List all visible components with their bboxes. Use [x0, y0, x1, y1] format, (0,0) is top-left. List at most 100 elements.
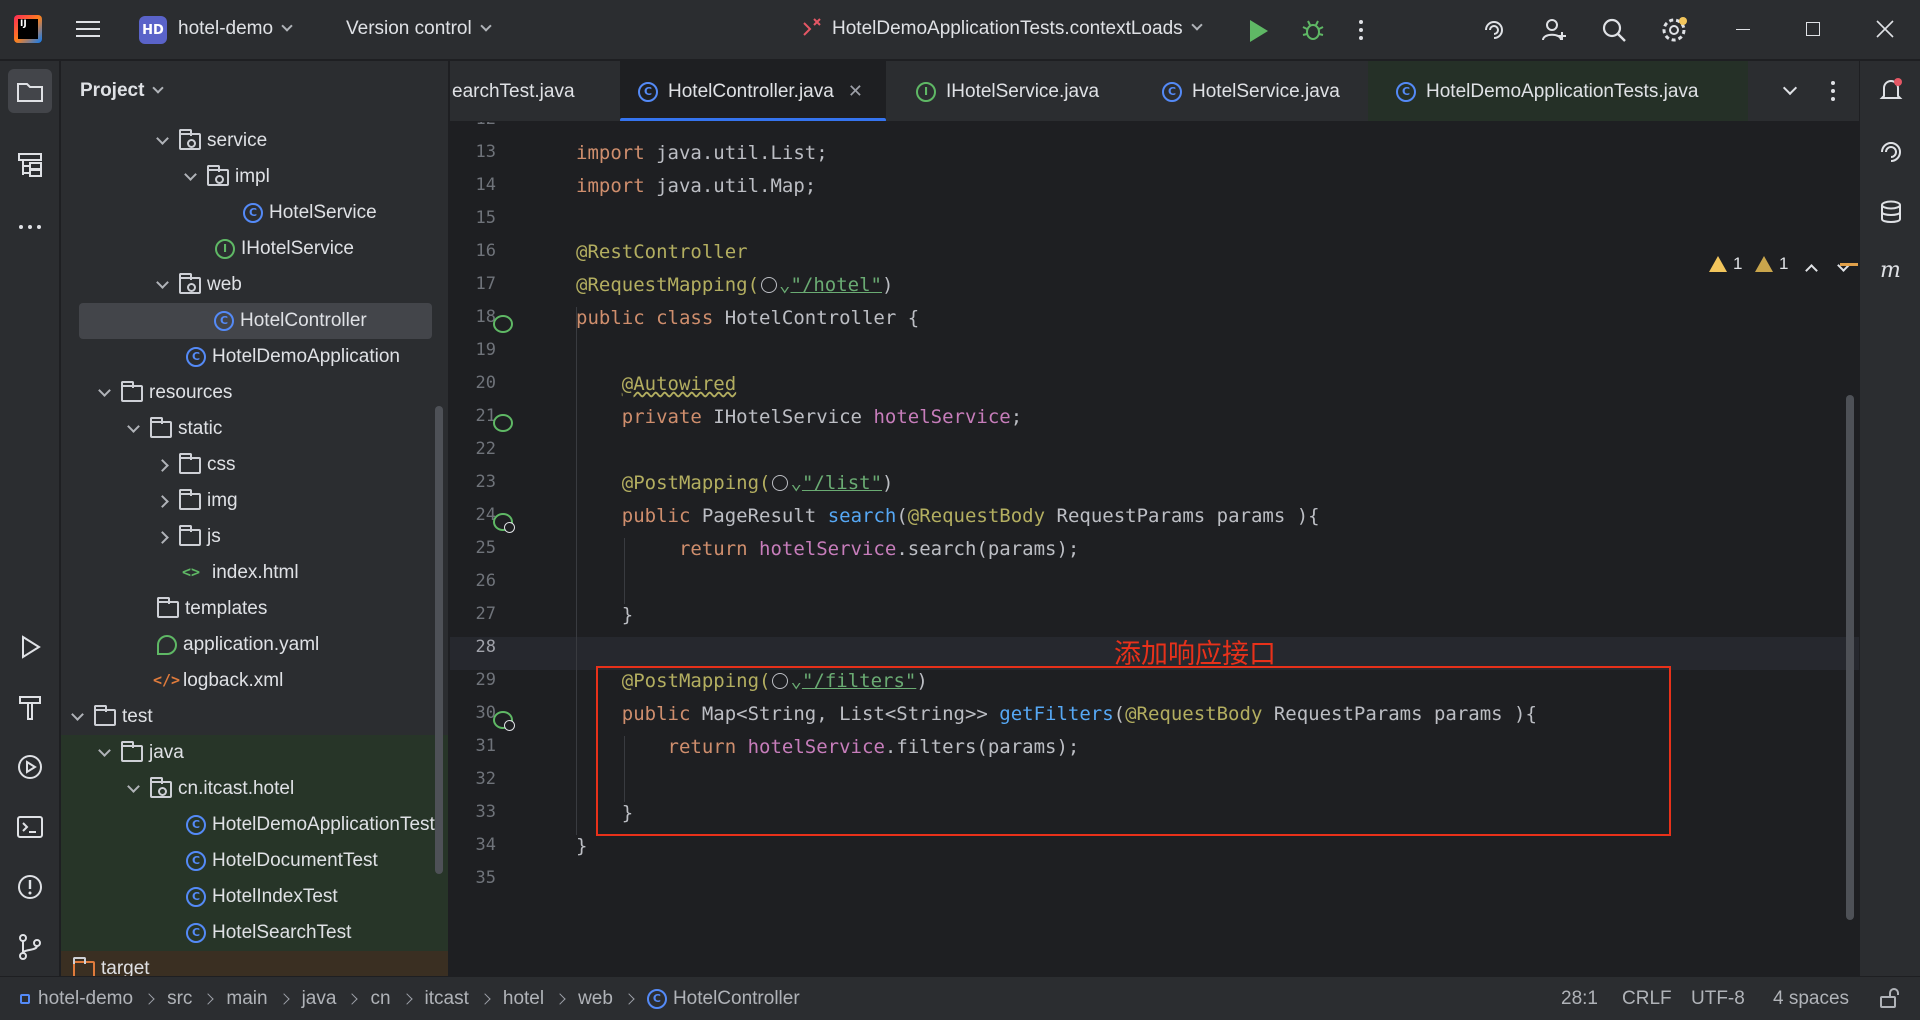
- breadcrumb-item[interactable]: web: [578, 988, 613, 1010]
- tree-item-hoteldocumenttest[interactable]: C HotelDocumentTest: [61, 843, 448, 879]
- breadcrumb-item[interactable]: hotel-demo: [38, 988, 133, 1010]
- settings-gear-icon[interactable]: [1660, 16, 1688, 44]
- git-branch-icon[interactable]: [14, 931, 46, 963]
- line-separator[interactable]: CRLF: [1622, 988, 1672, 1010]
- tabs-dropdown-icon[interactable]: [1782, 80, 1798, 96]
- tree-item-logback-xml[interactable]: </> logback.xml: [61, 663, 448, 699]
- run-configuration-selector[interactable]: HotelDemoApplicationTests.contextLoads: [800, 17, 1203, 41]
- problems-icon[interactable]: [14, 871, 46, 903]
- spring-bean-gutter-icon[interactable]: [493, 315, 513, 333]
- ai-chat-icon[interactable]: [1876, 137, 1906, 167]
- tab-hotelservice[interactable]: C HotelService.java: [1144, 61, 1364, 121]
- expand-caret-icon[interactable]: [127, 779, 140, 793]
- ai-assistant-icon[interactable]: [1480, 16, 1508, 44]
- tab-hotelcontroller[interactable]: C HotelController.java ✕: [620, 61, 886, 121]
- breadcrumb-item[interactable]: itcast: [425, 988, 469, 1010]
- code-editor[interactable]: 12 13import java.util.List; 14import jav…: [450, 122, 1859, 976]
- minimize-window-icon[interactable]: [1736, 29, 1750, 30]
- editor-stripe-marker[interactable]: [1840, 263, 1858, 266]
- terminal-icon[interactable]: [14, 811, 46, 843]
- file-encoding[interactable]: UTF-8: [1691, 988, 1745, 1010]
- tree-item-java[interactable]: java: [61, 735, 448, 771]
- expand-caret-icon[interactable]: [98, 383, 111, 397]
- tree-item-application-yaml[interactable]: application.yaml: [61, 627, 448, 663]
- collapse-caret-icon[interactable]: [156, 530, 169, 544]
- expand-caret-icon[interactable]: [98, 743, 111, 757]
- maximize-window-icon[interactable]: [1806, 22, 1820, 36]
- collapse-caret-icon[interactable]: [156, 458, 169, 472]
- tree-item-hotelcontroller[interactable]: C HotelController: [79, 303, 432, 339]
- tree-item-ihotelservice[interactable]: I IHotelService: [61, 231, 448, 267]
- more-actions-icon[interactable]: [1358, 18, 1364, 42]
- tree-item-target[interactable]: target: [61, 951, 448, 976]
- url-globe-icon[interactable]: [772, 475, 789, 491]
- tree-item-cn-itcast-hotel[interactable]: cn.itcast.hotel: [61, 771, 448, 807]
- breadcrumb-item[interactable]: hotel: [503, 988, 544, 1010]
- project-switcher[interactable]: hotel-demo: [178, 18, 293, 40]
- tree-item-test[interactable]: test: [61, 699, 448, 735]
- services-icon[interactable]: [14, 751, 46, 783]
- tree-item-hotelservice[interactable]: C HotelService: [61, 195, 448, 231]
- tree-item-index-html[interactable]: <> index.html: [61, 555, 448, 591]
- breadcrumb-item[interactable]: cn: [370, 988, 390, 1010]
- run-tool-icon[interactable]: [14, 631, 46, 663]
- tree-item-service[interactable]: service: [61, 123, 448, 159]
- build-hammer-icon[interactable]: [14, 691, 46, 723]
- breadcrumb-item[interactable]: HotelController: [673, 988, 800, 1010]
- tree-item-resources[interactable]: resources: [61, 375, 448, 411]
- breadcrumb-item[interactable]: java: [302, 988, 337, 1010]
- project-view-selector[interactable]: Project: [80, 80, 165, 102]
- tree-item-impl[interactable]: impl: [61, 159, 448, 195]
- tab-options-icon[interactable]: [1830, 79, 1836, 105]
- expand-caret-icon[interactable]: [71, 707, 84, 721]
- tab-hoteldemoapplicationtests[interactable]: C HotelDemoApplicationTests.java: [1368, 61, 1748, 121]
- project-panel-scrollbar[interactable]: [435, 406, 443, 874]
- close-tab-icon[interactable]: ✕: [848, 81, 863, 102]
- expand-caret-icon[interactable]: [127, 419, 140, 433]
- indent-setting[interactable]: 4 spaces: [1773, 988, 1849, 1010]
- collapse-caret-icon[interactable]: [156, 494, 169, 508]
- tree-item-static[interactable]: static: [61, 411, 448, 447]
- database-icon[interactable]: [1876, 197, 1906, 227]
- debug-icon[interactable]: [1300, 17, 1326, 43]
- breadcrumb-item[interactable]: src: [167, 988, 192, 1010]
- maven-icon[interactable]: m: [1876, 255, 1906, 285]
- add-user-icon[interactable]: [1540, 16, 1568, 44]
- tree-item-hoteldemoapplication[interactable]: C HotelDemoApplication: [61, 339, 448, 375]
- more-tools-icon[interactable]: [14, 211, 46, 243]
- tree-item-hotelindextest[interactable]: C HotelIndexTest: [61, 879, 448, 915]
- tree-item-css[interactable]: css: [61, 447, 448, 483]
- endpoint-gutter-icon[interactable]: [493, 711, 515, 731]
- project-folder-icon[interactable]: [14, 75, 46, 107]
- tree-item-js[interactable]: js: [61, 519, 448, 555]
- spring-autowired-gutter-icon[interactable]: [493, 414, 513, 432]
- expand-caret-icon[interactable]: [156, 131, 169, 145]
- warning-icon: [1709, 256, 1727, 272]
- tree-item-hotelsearchtest[interactable]: C HotelSearchTest: [61, 915, 448, 951]
- intellij-logo-icon[interactable]: IJ: [14, 15, 42, 43]
- weak-warning-count-badge[interactable]: 1: [1755, 254, 1788, 274]
- expand-caret-icon[interactable]: [156, 275, 169, 289]
- version-control-menu[interactable]: Version control: [346, 18, 492, 40]
- tab-searchtest[interactable]: earchTest.java: [450, 61, 616, 121]
- tree-item-img[interactable]: img: [61, 483, 448, 519]
- run-icon[interactable]: [1250, 20, 1268, 42]
- structure-icon[interactable]: [14, 149, 46, 181]
- caret-position[interactable]: 28:1: [1561, 988, 1598, 1010]
- project-badge[interactable]: HD: [139, 16, 167, 44]
- expand-caret-icon[interactable]: [184, 167, 197, 181]
- editor-scrollbar[interactable]: [1846, 395, 1854, 920]
- tab-ihotelservice[interactable]: I IHotelService.java: [900, 61, 1130, 121]
- url-globe-icon[interactable]: [761, 277, 778, 293]
- endpoint-gutter-icon[interactable]: [493, 513, 515, 533]
- notifications-bell-icon[interactable]: [1876, 75, 1906, 105]
- lock-open-icon[interactable]: [1878, 987, 1900, 1015]
- close-window-icon[interactable]: [1874, 18, 1896, 40]
- tree-item-templates[interactable]: templates: [61, 591, 448, 627]
- main-menu-icon[interactable]: [74, 16, 102, 44]
- tree-item-hoteldemoapplicationtest[interactable]: C HotelDemoApplicationTest: [61, 807, 448, 843]
- search-icon[interactable]: [1600, 16, 1628, 44]
- warning-count-badge[interactable]: 1: [1709, 254, 1742, 274]
- tree-item-web[interactable]: web: [61, 267, 448, 303]
- breadcrumb-item[interactable]: main: [226, 988, 267, 1010]
